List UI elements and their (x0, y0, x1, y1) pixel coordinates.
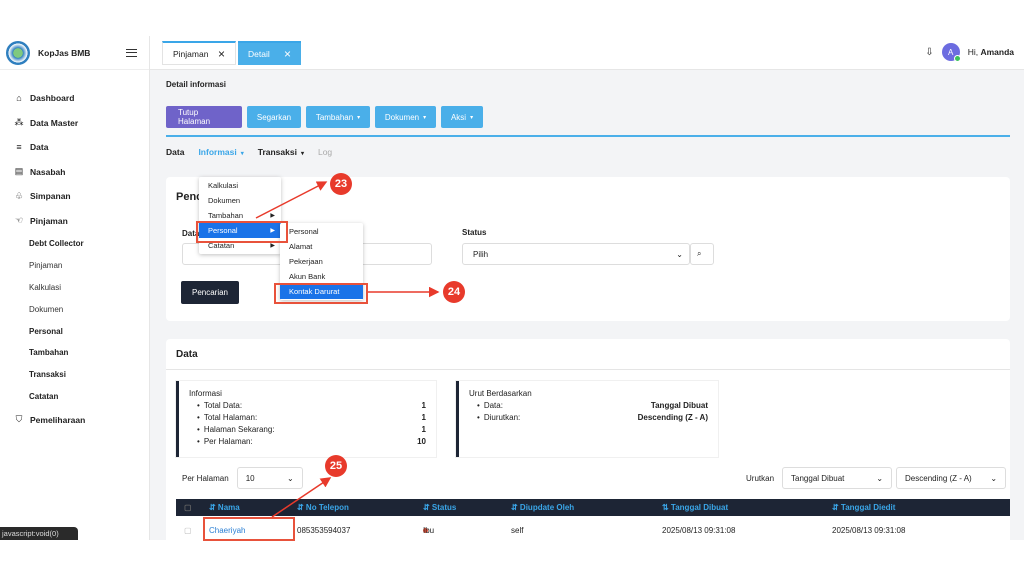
annotation-arrows (255, 181, 440, 518)
arrow-25 (271, 477, 332, 518)
step-marker-25: 25 (325, 455, 347, 477)
step-marker-24: 24 (443, 281, 465, 303)
step-marker-23: 23 (330, 173, 352, 195)
arrow-23 (255, 181, 328, 219)
